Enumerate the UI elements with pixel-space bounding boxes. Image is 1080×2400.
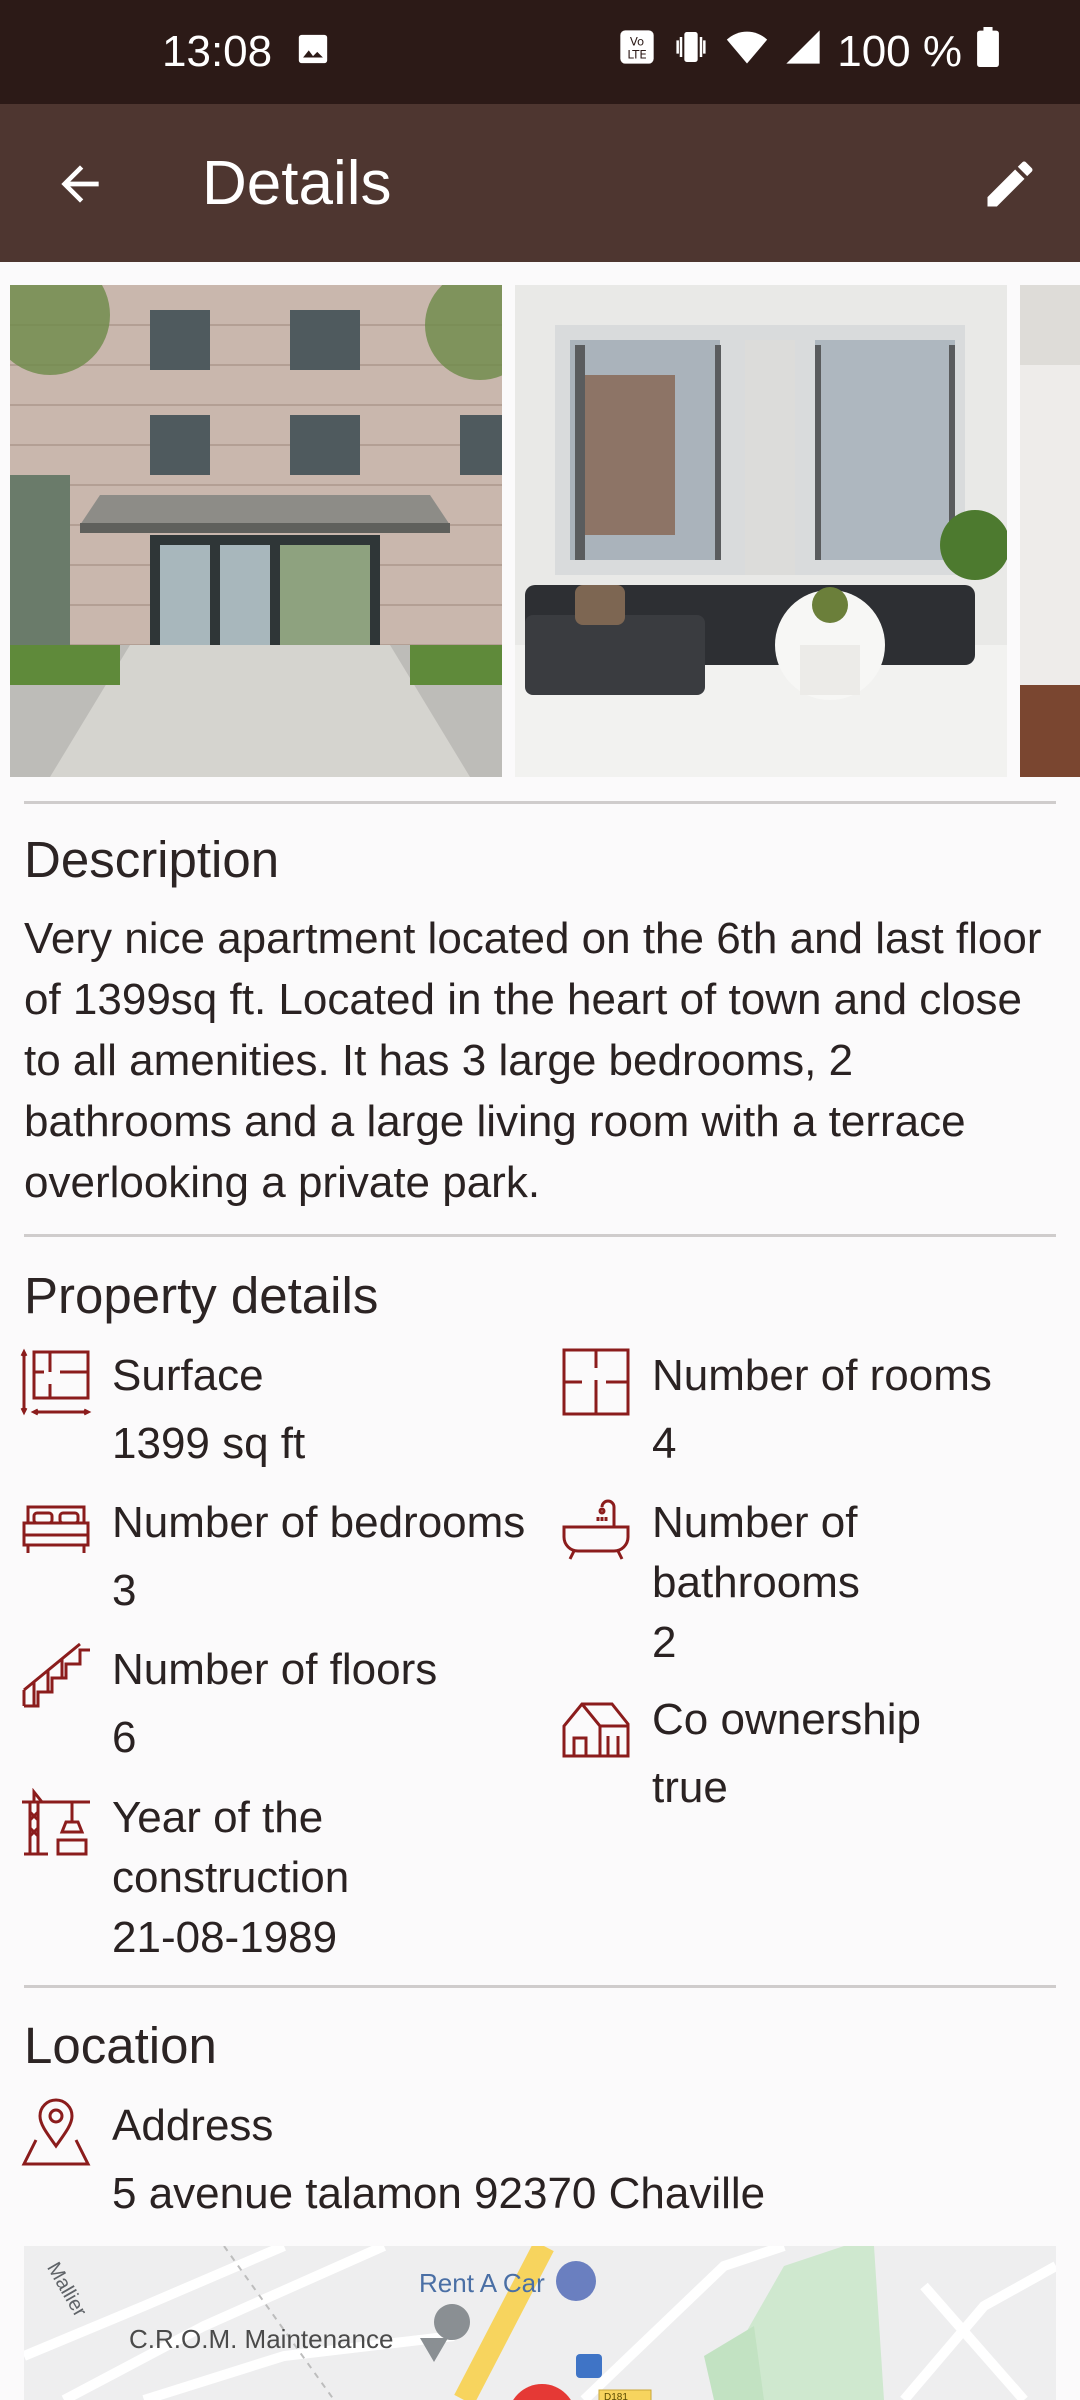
co-ownership-label: Co ownership — [652, 1695, 922, 1744]
divider — [24, 1234, 1056, 1237]
photo-gallery[interactable] — [10, 285, 1080, 777]
car-rental-marker-icon[interactable] — [556, 2261, 596, 2301]
floor-plan-ruler-icon — [20, 1348, 92, 1416]
location-title: Location — [24, 2017, 217, 2074]
property-bedrooms: Number of bedrooms 3 — [20, 1493, 560, 1621]
rooms-label: Number of rooms — [652, 1351, 992, 1400]
divider — [24, 1985, 1056, 1988]
property-co-ownership: Co ownership true — [560, 1690, 1060, 1818]
svg-text:Vo: Vo — [630, 34, 644, 48]
photo-room-partial[interactable] — [1020, 285, 1080, 777]
clock: 13:08 — [162, 27, 273, 76]
floors-value: 6 — [112, 1713, 137, 1762]
divider — [24, 801, 1056, 804]
construction-value: 21-08-1989 — [112, 1913, 338, 1962]
svg-text:LTE: LTE — [628, 47, 647, 61]
signal-icon — [783, 27, 823, 78]
floor-plan-icon — [562, 1348, 630, 1416]
property-rooms: Number of rooms 4 — [560, 1346, 1060, 1474]
property-details-title: Property details — [24, 1267, 379, 1324]
property-floors: Number of floors 6 — [20, 1640, 540, 1768]
photo-building-entrance[interactable] — [10, 285, 502, 777]
stairs-icon — [22, 1642, 90, 1708]
rooms-value: 4 — [652, 1419, 677, 1468]
volte-icon: Vo LTE — [617, 27, 657, 78]
image-notification-icon — [296, 27, 330, 77]
address-label: Address — [112, 2101, 274, 2150]
map-view[interactable]: Mallier Rent A Car C.R.O.M. Maintenance … — [24, 2246, 1056, 2400]
bedrooms-label: Number of bedrooms — [112, 1498, 526, 1547]
property-bathrooms: Number of bathrooms 2 — [560, 1493, 1060, 1673]
battery-text: 100 % — [837, 27, 962, 76]
description-text: Very nice apartment located on the 6th a… — [24, 914, 1042, 1207]
edit-button[interactable] — [974, 148, 1046, 220]
arrow-back-icon — [61, 165, 99, 203]
bathtub-icon — [562, 1499, 630, 1560]
bathrooms-value: 2 — [652, 1618, 677, 1667]
page-title: Details — [202, 149, 392, 218]
surface-label: Surface — [112, 1351, 264, 1400]
wifi-icon — [725, 27, 769, 78]
bed-icon — [22, 1505, 90, 1553]
crane-icon — [22, 1788, 90, 1856]
houses-icon — [562, 1702, 630, 1758]
pencil-icon — [987, 161, 1033, 207]
bus-stop-icon[interactable] — [576, 2354, 602, 2378]
map-label-maintenance: C.R.O.M. Maintenance — [129, 2324, 393, 2354]
address-value: 5 avenue talamon 92370 Chaville — [112, 2169, 766, 2218]
status-bar: 13:08 Vo LTE 100 % — [0, 0, 1080, 104]
map-road-label: D181 — [604, 2392, 628, 2400]
property-surface: Surface 1399 sq ft — [20, 1346, 540, 1474]
vibrate-icon — [671, 27, 711, 78]
bedrooms-value: 3 — [112, 1566, 137, 1615]
description-title: Description — [24, 831, 280, 888]
map-label-rent-a-car: Rent A Car — [419, 2268, 545, 2298]
back-button[interactable] — [44, 148, 116, 220]
app-bar: Details — [0, 104, 1080, 262]
floors-label: Number of floors — [112, 1645, 438, 1694]
photo-living-room[interactable] — [515, 285, 1007, 777]
property-construction: Year of the construction 21-08-1989 — [20, 1788, 540, 1968]
surface-value: 1399 sq ft — [112, 1419, 306, 1468]
map-pin-icon — [21, 2098, 91, 2166]
battery-icon — [976, 26, 1000, 78]
construction-label: Year of the construction — [112, 1793, 350, 1902]
location-address: Address 5 avenue talamon 92370 Chaville — [20, 2096, 1060, 2224]
co-ownership-value: true — [652, 1763, 728, 1812]
bathrooms-label: Number of bathrooms — [652, 1498, 860, 1607]
